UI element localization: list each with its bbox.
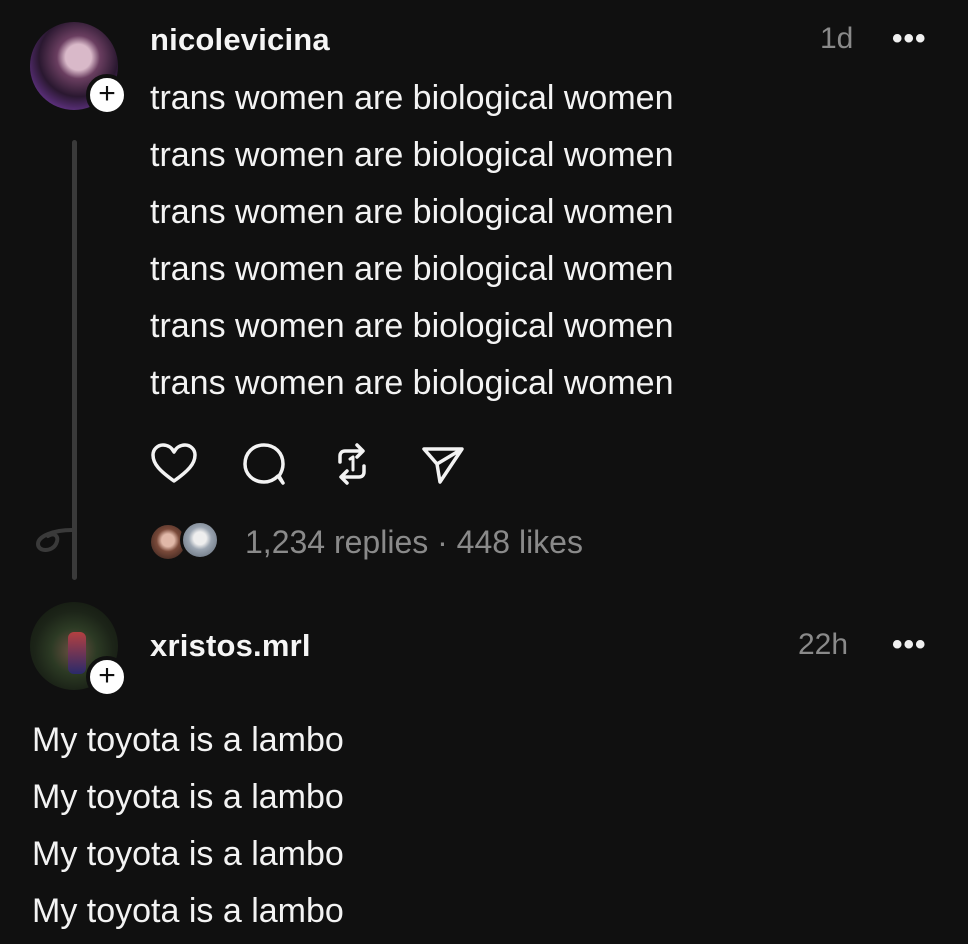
comment-icon[interactable]	[240, 440, 288, 488]
post-time: 1d	[820, 22, 854, 55]
plus-icon: +	[98, 659, 116, 692]
thread-loop-icon	[35, 528, 74, 552]
follow-button[interactable]: +	[86, 74, 128, 116]
stats-separator: ·	[428, 524, 457, 560]
follow-button[interactable]: +	[86, 656, 128, 698]
post-text-line: trans women are biological women	[150, 79, 674, 117]
post-text-line: trans women are biological women	[150, 307, 674, 345]
post-text-line: trans women are biological women	[150, 364, 674, 402]
replies-count[interactable]: 1,234 replies	[245, 524, 428, 560]
thread-line	[72, 140, 77, 580]
username[interactable]: nicolevicina	[150, 22, 330, 58]
post-text-line: My toyota is a lambo	[32, 721, 344, 759]
post-text-line: My toyota is a lambo	[32, 778, 344, 816]
post-text-line: My toyota is a lambo	[32, 892, 344, 930]
share-icon[interactable]	[418, 440, 466, 488]
post-time: 22h	[798, 628, 849, 661]
post-body: trans women are biological women trans w…	[150, 70, 673, 412]
post-text-line: trans women are biological women	[150, 136, 674, 174]
more-options-icon[interactable]: •••	[892, 22, 927, 56]
more-options-icon[interactable]: •••	[892, 628, 927, 662]
post-text-line: trans women are biological women	[150, 250, 674, 288]
likes-count[interactable]: 448 likes	[457, 524, 583, 560]
post-stats: 1,234 replies · 448 likes	[245, 524, 583, 561]
plus-icon: +	[98, 77, 116, 110]
reply-avatar	[180, 520, 220, 560]
post-body: My toyota is a lambo My toyota is a lamb…	[32, 712, 344, 940]
repost-icon[interactable]	[328, 440, 376, 488]
heart-icon[interactable]	[150, 440, 198, 488]
post-text-line: trans women are biological women	[150, 193, 674, 231]
post-text-line: My toyota is a lambo	[32, 835, 344, 873]
username[interactable]: xristos.mrl	[150, 628, 311, 664]
